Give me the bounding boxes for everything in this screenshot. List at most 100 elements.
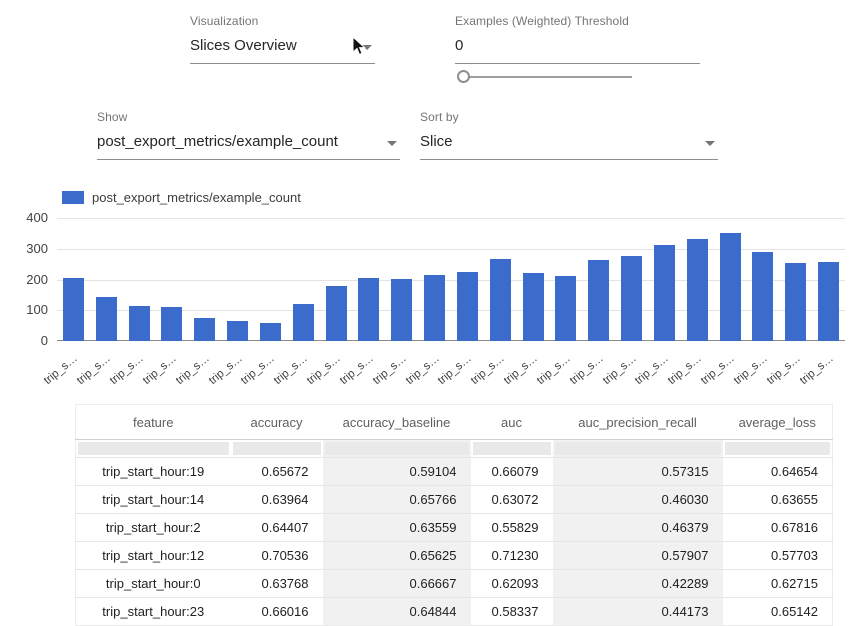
slider-track[interactable] [457, 76, 632, 78]
feature-cell[interactable]: trip_start_hour:0 [76, 570, 231, 598]
bar[interactable] [424, 275, 445, 341]
bar[interactable] [523, 273, 544, 341]
show-control: Show post_export_metrics/example_count [97, 110, 400, 160]
threshold-label: Examples (Weighted) Threshold [455, 14, 700, 28]
x-tick-label: trip_s… [797, 352, 835, 387]
metric-cell[interactable]: 0.46030 [553, 486, 723, 514]
table-row[interactable]: trip_start_hour:20.644070.635590.558290.… [76, 514, 833, 542]
bar[interactable] [490, 259, 511, 341]
metric-cell[interactable]: 0.58337 [471, 598, 553, 626]
metric-cell[interactable]: 0.62715 [723, 570, 833, 598]
metric-cell[interactable]: 0.67816 [723, 514, 833, 542]
x-tick-label: trip_s… [469, 352, 507, 387]
visualization-control: Visualization Slices Overview [190, 14, 375, 64]
column-header[interactable]: average_loss [723, 405, 833, 440]
y-tick-label: 300 [10, 241, 48, 256]
column-header[interactable]: feature [76, 405, 231, 440]
metric-cell[interactable]: 0.57315 [553, 458, 723, 486]
bar[interactable] [260, 323, 281, 341]
column-filter-input[interactable] [325, 442, 469, 455]
sort-by-dropdown[interactable]: Slice [420, 131, 718, 160]
metric-cell[interactable]: 0.63964 [231, 486, 323, 514]
table-row[interactable]: trip_start_hour:00.637680.666670.620930.… [76, 570, 833, 598]
bar[interactable] [818, 262, 839, 341]
table-row[interactable]: trip_start_hour:230.660160.648440.583370… [76, 598, 833, 626]
bar[interactable] [588, 260, 609, 341]
bar[interactable] [96, 297, 117, 341]
column-filter-input[interactable] [725, 442, 831, 455]
bar[interactable] [687, 239, 708, 341]
threshold-input[interactable]: 0 [455, 35, 700, 64]
column-header[interactable]: auc [471, 405, 553, 440]
metric-cell[interactable]: 0.64844 [323, 598, 471, 626]
metric-cell[interactable]: 0.71230 [471, 542, 553, 570]
visualization-dropdown[interactable]: Slices Overview [190, 35, 375, 64]
metric-cell[interactable]: 0.59104 [323, 458, 471, 486]
metric-cell[interactable]: 0.46379 [553, 514, 723, 542]
table-row[interactable]: trip_start_hour:120.705360.656250.712300… [76, 542, 833, 570]
bar[interactable] [326, 286, 347, 341]
metric-cell[interactable]: 0.64654 [723, 458, 833, 486]
metric-cell[interactable]: 0.62093 [471, 570, 553, 598]
show-dropdown[interactable]: post_export_metrics/example_count [97, 131, 400, 160]
metric-cell[interactable]: 0.63072 [471, 486, 553, 514]
x-tick-label: trip_s… [42, 352, 80, 387]
bar[interactable] [621, 256, 642, 341]
x-tick-label: trip_s… [75, 352, 113, 387]
bar[interactable] [391, 279, 412, 341]
slider-handle[interactable] [457, 70, 470, 83]
metric-cell[interactable]: 0.65672 [231, 458, 323, 486]
metric-cell[interactable]: 0.63768 [231, 570, 323, 598]
bar[interactable] [654, 245, 675, 341]
metric-cell[interactable]: 0.42289 [553, 570, 723, 598]
chevron-down-icon[interactable] [705, 141, 715, 146]
x-tick-label: trip_s… [633, 352, 671, 387]
x-tick-label: trip_s… [732, 352, 770, 387]
bar[interactable] [227, 321, 248, 341]
column-filter-input[interactable] [233, 442, 321, 455]
column-filter-input[interactable] [473, 442, 551, 455]
bar[interactable] [785, 263, 806, 341]
column-header[interactable]: accuracy_baseline [323, 405, 471, 440]
bar[interactable] [63, 278, 84, 341]
metric-cell[interactable]: 0.66667 [323, 570, 471, 598]
chart-legend: post_export_metrics/example_count [62, 190, 301, 205]
metric-cell[interactable]: 0.70536 [231, 542, 323, 570]
threshold-slider[interactable] [457, 70, 632, 84]
metric-cell[interactable]: 0.66079 [471, 458, 553, 486]
metric-cell[interactable]: 0.44173 [553, 598, 723, 626]
metric-cell[interactable]: 0.65625 [323, 542, 471, 570]
chevron-down-icon[interactable] [387, 141, 397, 146]
column-filter-input[interactable] [78, 442, 229, 455]
table-row[interactable]: trip_start_hour:190.656720.591040.660790… [76, 458, 833, 486]
column-filter-input[interactable] [555, 442, 721, 455]
bar[interactable] [194, 318, 215, 341]
x-tick-label: trip_s… [600, 352, 638, 387]
bar[interactable] [129, 306, 150, 341]
metric-cell[interactable]: 0.63655 [723, 486, 833, 514]
table-row[interactable]: trip_start_hour:140.639640.657660.630720… [76, 486, 833, 514]
bar[interactable] [720, 233, 741, 341]
metric-cell[interactable]: 0.57703 [723, 542, 833, 570]
bar[interactable] [555, 276, 576, 341]
feature-cell[interactable]: trip_start_hour:23 [76, 598, 231, 626]
metric-cell[interactable]: 0.63559 [323, 514, 471, 542]
metric-cell[interactable]: 0.64407 [231, 514, 323, 542]
metric-cell[interactable]: 0.66016 [231, 598, 323, 626]
metric-cell[interactable]: 0.65142 [723, 598, 833, 626]
x-tick-label: trip_s… [436, 352, 474, 387]
bar[interactable] [457, 272, 478, 341]
metric-cell[interactable]: 0.65766 [323, 486, 471, 514]
feature-cell[interactable]: trip_start_hour:19 [76, 458, 231, 486]
feature-cell[interactable]: trip_start_hour:12 [76, 542, 231, 570]
column-header[interactable]: auc_precision_recall [553, 405, 723, 440]
metric-cell[interactable]: 0.55829 [471, 514, 553, 542]
bar[interactable] [752, 252, 773, 341]
metric-cell[interactable]: 0.57907 [553, 542, 723, 570]
bar[interactable] [161, 307, 182, 341]
column-header[interactable]: accuracy [231, 405, 323, 440]
bar[interactable] [358, 278, 379, 341]
bar[interactable] [293, 304, 314, 341]
feature-cell[interactable]: trip_start_hour:14 [76, 486, 231, 514]
feature-cell[interactable]: trip_start_hour:2 [76, 514, 231, 542]
